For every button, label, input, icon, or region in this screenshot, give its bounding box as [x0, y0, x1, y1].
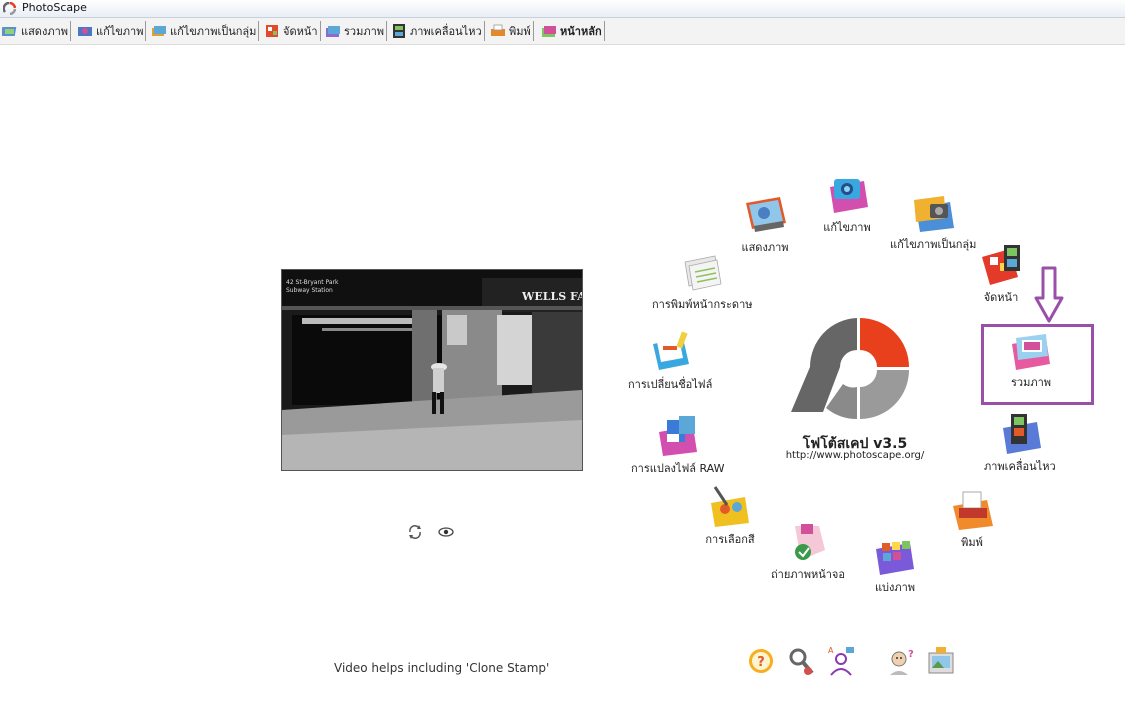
menu-page[interactable]: จัดหน้า — [976, 243, 1026, 306]
menu-animated-gif[interactable]: ภาพเคลื่อนไหว — [984, 412, 1056, 475]
faq-person-icon[interactable]: ? — [886, 645, 916, 677]
editor-tab-icon — [78, 27, 92, 36]
rename-icon — [653, 331, 690, 370]
editor-icon — [830, 179, 868, 213]
eye-icon[interactable] — [437, 524, 455, 540]
svg-text:A: A — [828, 646, 834, 655]
tab-editor[interactable]: แก้ไขภาพ — [75, 21, 147, 41]
tab-label: จัดหน้า — [283, 25, 318, 38]
tab-animated-gif[interactable]: ภาพเคลื่อนไหว — [389, 21, 485, 41]
print-tab-icon — [491, 24, 505, 36]
menu-label: แบ่งภาพ — [874, 581, 916, 594]
paper-print-icon — [684, 255, 722, 291]
menu-print[interactable]: พิมพ์ — [947, 488, 997, 551]
tab-combine[interactable]: รวมภาพ — [323, 21, 388, 41]
svg-text:?: ? — [757, 655, 765, 670]
page-tab-icon — [266, 25, 278, 37]
tools-icon[interactable] — [786, 645, 816, 677]
tab-page[interactable]: จัดหน้า — [262, 21, 321, 41]
photoscape-logo — [791, 318, 909, 420]
menu-rename[interactable]: การเปลี่ยนชื่อไฟล์ — [628, 330, 712, 393]
combine-highlight-box — [981, 324, 1094, 405]
menu-raw-converter[interactable]: การแปลงไฟล์ RAW — [631, 414, 724, 477]
tab-print[interactable]: พิมพ์ — [488, 21, 534, 41]
batch-tab-icon — [152, 26, 166, 36]
menu-batch-editor[interactable]: แก้ไขภาพเป็นกลุ่ม — [890, 190, 976, 253]
refresh-icon[interactable] — [406, 524, 424, 540]
help-icon[interactable]: ? — [746, 645, 776, 677]
photo-preview: 42 St-Bryant Park Subway Station WELLS F… — [281, 269, 583, 471]
subway-scene-image: 42 St-Bryant Park Subway Station WELLS F… — [282, 270, 582, 470]
viewer-tab-icon — [2, 27, 17, 36]
sign-street-text: 42 St-Bryant Park — [286, 279, 339, 286]
menu-label: จัดหน้า — [983, 291, 1019, 304]
menu-splitter[interactable]: แบ่งภาพ — [870, 533, 920, 596]
tab-bar: แสดงภาพ แก้ไขภาพ แก้ไขภาพเป็นกลุ่ม จัดหน… — [0, 18, 1125, 45]
viewer-icon — [746, 197, 786, 232]
photoscape-app-icon — [3, 2, 16, 15]
sign-station-text: Subway Station — [286, 287, 333, 294]
splitter-icon — [876, 541, 914, 575]
tab-label: แสดงภาพ — [21, 25, 68, 38]
menu-paper-print[interactable]: การพิมพ์หน้ากระดาษ — [652, 250, 753, 313]
raw-converter-icon — [658, 416, 697, 456]
screen-capture-icon — [794, 524, 825, 560]
svg-text:?: ? — [908, 649, 914, 660]
menu-label: การพิมพ์หน้ากระดาษ — [652, 298, 753, 311]
menu-label: การเลือกสี — [705, 533, 755, 546]
sign-bank-text: WELLS FAR — [521, 290, 582, 303]
menu-label: พิมพ์ — [961, 536, 983, 549]
tab-label: หน้าหลัก — [560, 25, 602, 38]
animated-gif-icon — [1002, 414, 1041, 454]
menu-viewer[interactable]: แสดงภาพ — [740, 193, 790, 256]
animated-tab-icon — [393, 24, 405, 38]
print-icon — [953, 491, 993, 530]
menu-color-picker[interactable]: การเลือกสี — [705, 485, 755, 548]
page-icon — [982, 245, 1020, 285]
color-picker-icon — [711, 486, 749, 527]
menu-screen-capture[interactable]: ถ่ายภาพหน้าจอ — [771, 520, 845, 583]
menu-label: การแปลงไฟล์ RAW — [631, 462, 725, 475]
tab-home[interactable]: หน้าหลัก — [539, 21, 605, 41]
menu-label: แก้ไขภาพ — [823, 221, 871, 234]
menu-editor[interactable]: แก้ไขภาพ — [822, 173, 872, 236]
menu-label: การเปลี่ยนชื่อไฟล์ — [628, 378, 713, 391]
batch-editor-icon — [914, 196, 955, 232]
home-tab-icon — [542, 26, 556, 37]
tab-label: แก้ไขภาพ — [96, 25, 144, 38]
menu-label: ภาพเคลื่อนไหว — [984, 460, 1056, 473]
tab-viewer[interactable]: แสดงภาพ — [0, 21, 71, 41]
combine-tab-icon — [326, 26, 340, 37]
menu-label: ถ่ายภาพหน้าจอ — [771, 568, 845, 581]
language-users-icon[interactable]: A — [826, 645, 856, 677]
title-bar: PhotoScape — [0, 0, 1125, 18]
image-frame-icon[interactable] — [926, 645, 956, 677]
tab-label: พิมพ์ — [509, 25, 531, 38]
tab-label: แก้ไขภาพเป็นกลุ่ม — [170, 25, 257, 38]
window-title: PhotoScape — [22, 1, 87, 14]
menu-label: แก้ไขภาพเป็นกลุ่ม — [890, 238, 977, 251]
tab-batch-editor[interactable]: แก้ไขภาพเป็นกลุ่ม — [149, 21, 260, 41]
tab-label: ภาพเคลื่อนไหว — [410, 25, 482, 38]
logo-url[interactable]: http://www.photoscape.org/ — [770, 450, 940, 461]
help-video-link[interactable]: Video helps including 'Clone Stamp' — [334, 661, 549, 675]
tab-label: รวมภาพ — [344, 25, 385, 38]
down-arrow-icon — [1034, 266, 1064, 323]
